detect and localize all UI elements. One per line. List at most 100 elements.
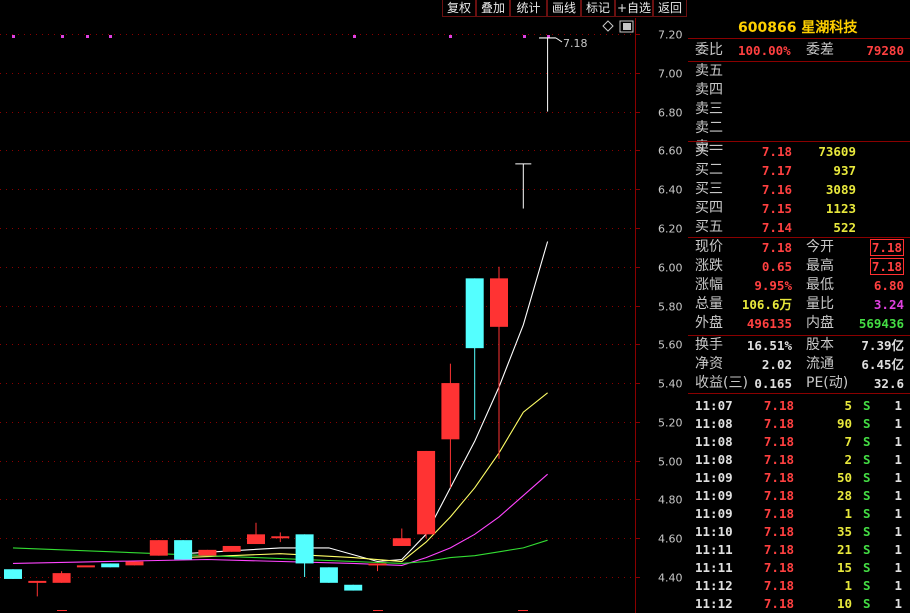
tick-row: 11:12 7.18 10 S 1: [688, 594, 910, 613]
finance-row: 换手 16.51% 股本 7.39亿: [688, 336, 910, 355]
finance-row: 净资 2.02 流通 6.45亿: [688, 355, 910, 374]
price-tick-label: 4.60: [658, 533, 683, 546]
candle: [4, 569, 22, 579]
ask-row: 卖三: [688, 100, 910, 119]
event-marker: [523, 35, 526, 38]
statistics-button[interactable]: 统计: [510, 0, 547, 17]
mark-button[interactable]: 标记: [581, 0, 615, 17]
tick-volume: 7: [844, 434, 852, 449]
finance-value: 32.6: [873, 376, 904, 391]
add-watchlist-button[interactable]: +自选: [615, 0, 653, 17]
tick-count: 1: [894, 578, 902, 593]
draw-line-button[interactable]: 画线: [547, 0, 581, 17]
stat-label: 涨幅: [695, 277, 723, 293]
overlay-button[interactable]: 叠加: [476, 0, 510, 17]
candlestick-chart[interactable]: 7.20 7.00 6.80 6.60 6.40 6.20 6.00 5.80 5.60 5.40…: [0, 0, 688, 613]
chart-toolbar: 复权 叠加 统计 画线 标记 +自选 返回: [0, 0, 910, 18]
price-tick-label: 6.40: [658, 184, 683, 197]
candle: [271, 532, 290, 543]
price-tick-label: 5.40: [658, 378, 683, 391]
tick-row: 11:08 7.18 2 S 1: [688, 450, 910, 469]
back-button[interactable]: 返回: [653, 0, 687, 17]
tick-count: 1: [894, 524, 902, 539]
tick-volume: 21: [836, 542, 852, 557]
candle: [417, 450, 436, 539]
tick-count: 1: [894, 596, 902, 611]
stat-label: 内盘: [806, 315, 834, 331]
candle: [101, 563, 120, 568]
bid-level-label: 买三: [695, 181, 723, 197]
bid-row: 买三 7.16 3089: [688, 180, 910, 199]
bid-row: 买五 7.14 522: [688, 218, 910, 237]
stat-row: 涨幅 9.95% 最低 6.80: [688, 276, 910, 295]
ma20-line: [12, 473, 548, 566]
tick-volume: 50: [836, 470, 852, 485]
stat-label: 现价: [695, 239, 723, 255]
finance-value: 7.39亿: [861, 338, 904, 353]
tick-side: S: [863, 398, 871, 413]
tick-row: 11:07 7.18 5 S 1: [688, 396, 910, 415]
stat-value: 0.65: [761, 259, 792, 274]
candle: [539, 37, 556, 112]
tick-side: S: [863, 452, 871, 467]
event-marker: [86, 35, 89, 38]
tick-time: 11:10: [695, 524, 733, 539]
finance-label: 净资: [695, 356, 723, 372]
event-marker: [109, 35, 112, 38]
candle: [198, 549, 217, 556]
tick-volume: 35: [836, 524, 852, 539]
tick-count: 1: [894, 470, 902, 485]
bid-volume: 3089: [825, 182, 856, 197]
tick-row: 11:11 7.18 15 S 1: [688, 558, 910, 577]
tick-side: S: [863, 434, 871, 449]
candle: [149, 540, 168, 556]
candle: [295, 534, 314, 577]
candle: [174, 540, 193, 560]
square-icon[interactable]: [619, 20, 634, 33]
weicha-value: 79280: [866, 43, 904, 58]
tick-count: 1: [894, 488, 902, 503]
ask-level-label: 卖三: [695, 101, 723, 117]
price-axis: 7.20 7.00 6.80 6.60 6.40 6.20 6.00 5.80 5.60 5.40…: [658, 29, 683, 585]
tick-time: 11:11: [695, 542, 733, 557]
tick-row: 11:09 7.18 1 S 1: [688, 504, 910, 523]
stat-value: 7.18: [869, 258, 904, 275]
last-price-marker: 7.18: [539, 37, 588, 50]
bid-price: 7.17: [761, 163, 792, 178]
ask-row: 卖二: [688, 119, 910, 138]
bid-volume: 522: [833, 220, 856, 235]
event-marker: [12, 35, 15, 38]
tick-price: 7.18: [763, 488, 794, 503]
candle: [515, 163, 532, 209]
tick-price: 7.18: [763, 542, 794, 557]
fuquan-button[interactable]: 复权: [442, 0, 476, 17]
ask-level-label: 卖四: [695, 82, 723, 98]
tick-row: 11:12 7.18 1 S 1: [688, 576, 910, 595]
finance-value: 2.02: [761, 357, 792, 372]
tick-side: S: [863, 596, 871, 611]
tick-time: 11:07: [695, 398, 733, 413]
weibi-value: 100.00%: [738, 43, 791, 58]
ask-level-label: 卖二: [695, 120, 723, 136]
tick-side: S: [863, 506, 871, 521]
tick-volume: 28: [836, 488, 852, 503]
stat-value: 106.6万: [741, 297, 792, 312]
bid-row: 买四 7.15 1123: [688, 199, 910, 218]
stat-value: 7.18: [761, 240, 792, 255]
stat-value: 7.18: [869, 239, 904, 256]
tick-volume: 15: [836, 560, 852, 575]
ma60-line: [12, 539, 548, 564]
finance-value: 6.45亿: [861, 357, 904, 372]
candle: [392, 528, 411, 546]
tick-price: 7.18: [763, 506, 794, 521]
bid-volume: 73609: [818, 144, 856, 159]
price-tick-label: 6.20: [658, 223, 683, 236]
bid-price: 7.18: [761, 144, 792, 159]
tick-side: S: [863, 524, 871, 539]
diamond-icon[interactable]: [602, 20, 614, 32]
price-tick-label: 5.60: [658, 339, 683, 352]
stat-label: 最低: [806, 277, 834, 293]
bid-volume: 937: [833, 163, 856, 178]
price-tick-label: 6.00: [658, 262, 683, 275]
candle: [319, 567, 338, 583]
